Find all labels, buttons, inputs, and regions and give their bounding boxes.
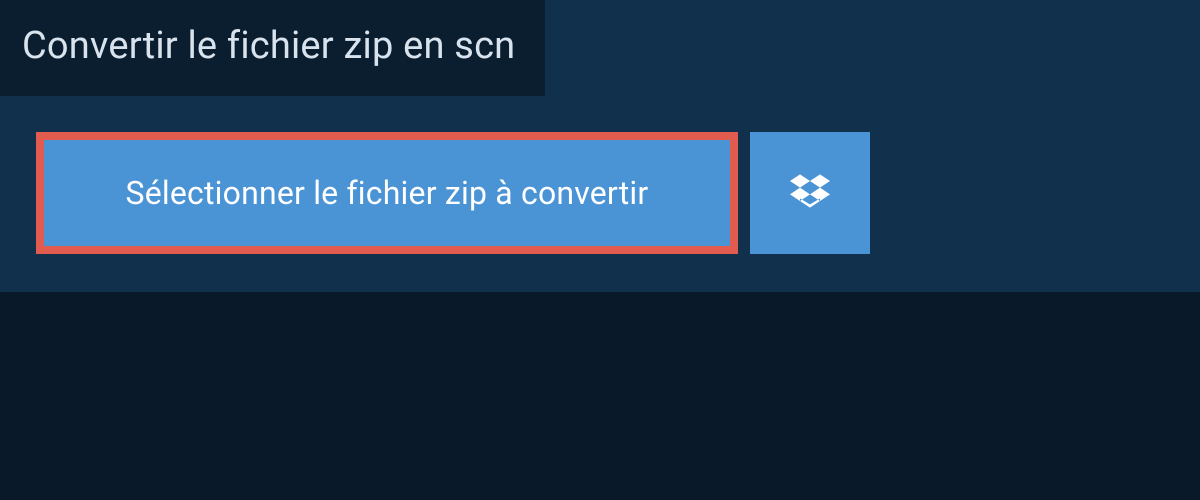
select-file-button[interactable]: Sélectionner le fichier zip à convertir (36, 132, 738, 254)
select-file-label: Sélectionner le fichier zip à convertir (126, 174, 649, 212)
dropbox-button[interactable] (750, 132, 870, 254)
action-row: Sélectionner le fichier zip à convertir (0, 96, 1200, 254)
title-bar: Convertir le fichier zip en scn (0, 0, 545, 96)
converter-panel: Convertir le fichier zip en scn Sélectio… (0, 0, 1200, 292)
dropbox-icon (790, 171, 830, 215)
page-title: Convertir le fichier zip en scn (22, 24, 515, 68)
